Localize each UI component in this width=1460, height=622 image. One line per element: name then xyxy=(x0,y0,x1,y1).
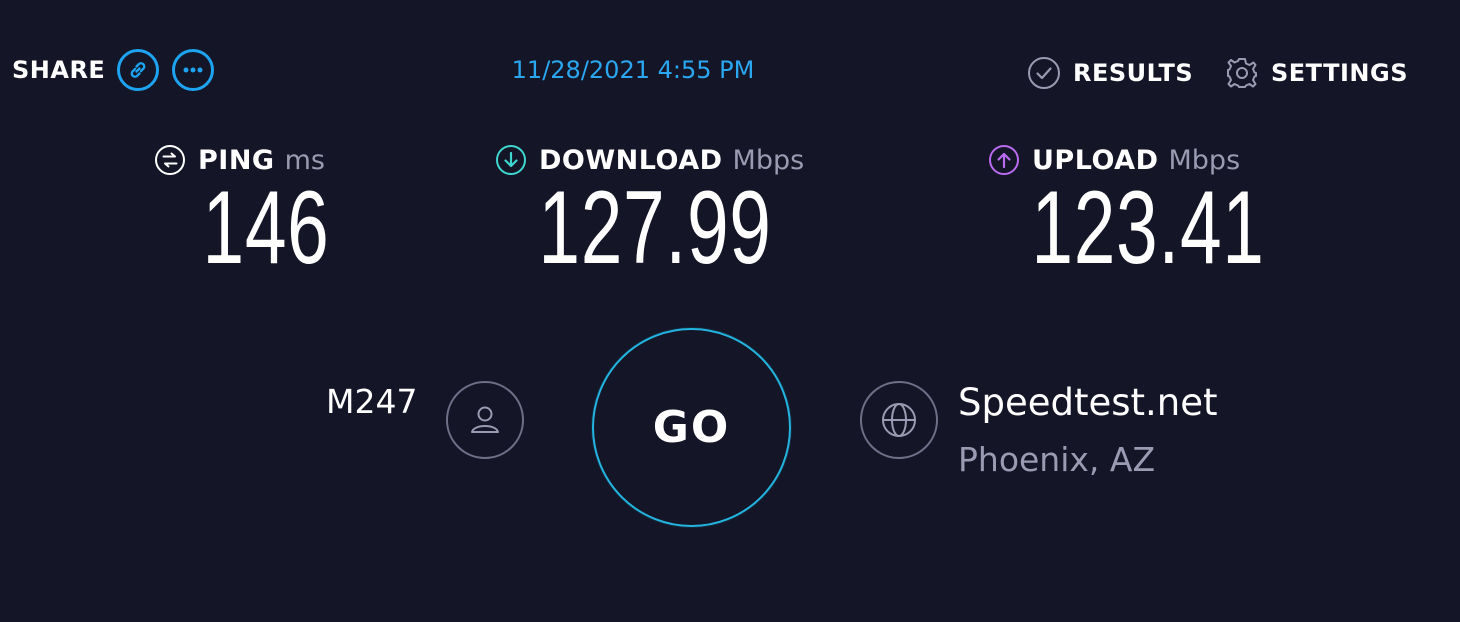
link-icon xyxy=(130,62,146,78)
settings-label: SETTINGS xyxy=(1271,59,1408,87)
gear-icon xyxy=(1227,58,1257,88)
upload-value: 123.41 xyxy=(1031,170,1265,286)
isp-user-button[interactable] xyxy=(446,381,524,459)
ping-value: 146 xyxy=(202,170,330,286)
share-link-button[interactable] xyxy=(117,49,160,91)
server-location: Phoenix, AZ xyxy=(958,440,1156,479)
share-group: SHARE xyxy=(12,47,227,93)
more-dots-icon xyxy=(183,67,203,73)
settings-link[interactable]: SETTINGS xyxy=(1225,54,1408,92)
ping-icon xyxy=(155,145,185,175)
server-globe-button[interactable] xyxy=(860,381,938,459)
user-icon xyxy=(471,406,499,433)
share-more-button[interactable] xyxy=(172,49,215,91)
upload-arrow-icon xyxy=(989,145,1019,175)
test-timestamp[interactable]: 11/28/2021 4:55 PM xyxy=(512,56,755,84)
results-label: RESULTS xyxy=(1073,59,1194,87)
speedtest-page: SHARE 11/28/2021 4:55 PM RESULTS SETTING… xyxy=(0,0,1460,622)
server-name[interactable]: Speedtest.net xyxy=(958,381,1218,424)
globe-icon xyxy=(882,403,916,437)
go-button[interactable]: GO xyxy=(592,328,791,527)
check-circle-icon xyxy=(1028,57,1060,89)
download-value: 127.99 xyxy=(538,170,772,286)
isp-name: M247 xyxy=(326,382,418,421)
go-label: GO xyxy=(652,402,731,453)
results-link[interactable]: RESULTS xyxy=(1027,54,1193,92)
download-arrow-icon xyxy=(496,145,526,175)
share-label: SHARE xyxy=(12,56,106,84)
